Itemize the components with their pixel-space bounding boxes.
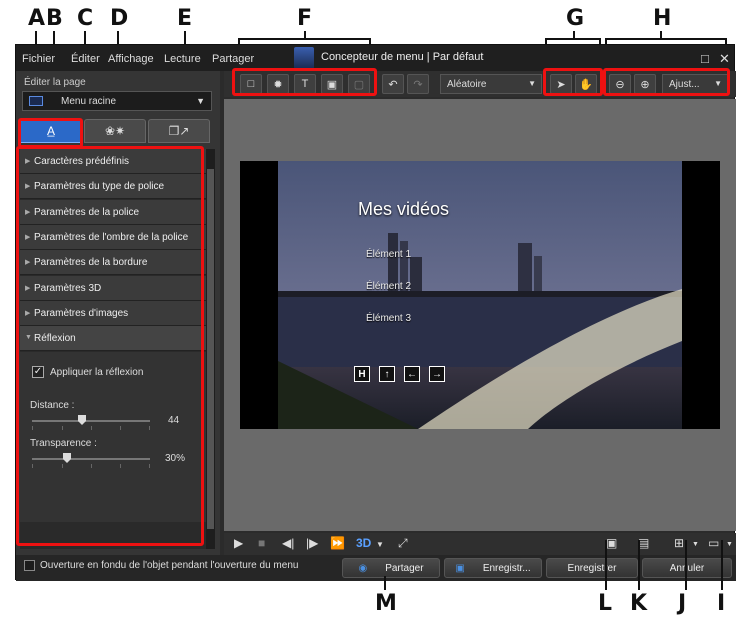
- page-select[interactable]: Menu racine ▼: [22, 91, 212, 111]
- leader-line: [660, 31, 662, 39]
- cancel-button[interactable]: Annuler: [642, 558, 732, 578]
- callout-f: F: [297, 6, 313, 31]
- fade-in-label: Ouverture en fondu de l'objet pendant l'…: [40, 560, 299, 571]
- save-icon: ▣: [455, 562, 465, 574]
- menu-item-1[interactable]: Élément 1: [366, 249, 411, 260]
- close-icon[interactable]: ✕: [719, 51, 730, 67]
- callout-k: K: [630, 591, 648, 616]
- home-button[interactable]: H: [354, 366, 370, 382]
- highlight-box-c: [16, 146, 204, 546]
- edit-page-label: Éditer la page: [24, 77, 86, 88]
- callout-m: M: [375, 591, 397, 616]
- menu-item-3[interactable]: Élément 3: [366, 313, 411, 324]
- window-title: Concepteur de menu | Par défaut: [321, 51, 484, 63]
- undo-icon[interactable]: ↶: [382, 74, 404, 94]
- callout-g: G: [566, 6, 585, 31]
- playback-bar: ▶ ■ ◀| |▶ ⏩ 3D ▼ ⤢ ▣ ▤ ⊞ ▼ ▭ ▼: [224, 533, 736, 555]
- next-button[interactable]: →: [429, 366, 445, 382]
- bottom-bar: Ouverture en fondu de l'objet pendant l'…: [16, 555, 736, 581]
- maximize-icon[interactable]: □: [701, 51, 709, 66]
- chevron-down-icon: ▼: [196, 96, 205, 106]
- share-button[interactable]: ◉ Partager: [342, 558, 440, 578]
- page-icon: [29, 96, 43, 106]
- callout-e: E: [177, 6, 193, 31]
- chevron-down-icon[interactable]: ▼: [376, 540, 384, 549]
- leader-line: [721, 540, 723, 590]
- menu-background: Mes vidéos Élément 1 Élément 2 Élément 3…: [278, 161, 682, 429]
- callout-a: A: [28, 6, 46, 31]
- chevron-down-icon[interactable]: ▼: [726, 541, 733, 548]
- mode-3d-button[interactable]: 3D: [356, 536, 371, 550]
- highlight-box-g: [543, 68, 603, 96]
- previous-frame-icon[interactable]: ◀|: [282, 536, 294, 550]
- callout-j: J: [678, 591, 687, 616]
- leader-line: [304, 31, 306, 39]
- save-as-button[interactable]: ▣ Enregistr...: [444, 558, 542, 578]
- layout-select[interactable]: Aléatoire ▼: [440, 74, 542, 94]
- highlight-box-f: [232, 68, 377, 96]
- tab-effects[interactable]: ❀✷: [84, 119, 146, 143]
- callout-h: H: [653, 6, 672, 31]
- callout-i: I: [717, 591, 726, 616]
- fast-forward-icon[interactable]: ⏩: [330, 536, 345, 550]
- city-night-image: [278, 161, 682, 429]
- callout-b: B: [46, 6, 63, 31]
- callout-c: C: [77, 6, 94, 31]
- next-frame-icon[interactable]: |▶: [306, 536, 318, 550]
- redo-icon[interactable]: ↷: [407, 74, 429, 94]
- safe-zone-icon[interactable]: ▭: [708, 536, 719, 550]
- leader-line: [384, 576, 386, 590]
- menu-editer[interactable]: Éditer: [71, 53, 100, 65]
- menu-affichage[interactable]: Affichage: [108, 53, 154, 65]
- fade-in-checkbox[interactable]: [24, 560, 35, 571]
- menu-partager[interactable]: Partager: [212, 53, 254, 65]
- menu-preview[interactable]: Mes vidéos Élément 1 Élément 2 Élément 3…: [240, 161, 720, 429]
- preview-area: Mes vidéos Élément 1 Élément 2 Élément 3…: [224, 99, 736, 531]
- menu-fichier[interactable]: Fichier: [22, 53, 55, 65]
- leader-line: [573, 31, 575, 39]
- highlight-box-a: [18, 118, 83, 148]
- globe-icon: ◉: [358, 562, 368, 574]
- menu-title[interactable]: Mes vidéos: [358, 199, 449, 220]
- chevron-down-icon[interactable]: ▼: [692, 541, 699, 548]
- leader-line: [685, 540, 687, 590]
- grid-icon[interactable]: ⊞: [674, 536, 684, 550]
- play-icon[interactable]: ▶: [234, 536, 243, 550]
- callout-l: L: [598, 591, 613, 616]
- previous-button[interactable]: ←: [404, 366, 420, 382]
- menu-item-2[interactable]: Élément 2: [366, 281, 411, 292]
- fullscreen-icon[interactable]: ⤢: [398, 536, 408, 551]
- app-icon: [294, 47, 314, 69]
- leader-line: [605, 540, 607, 590]
- menu-lecture[interactable]: Lecture: [164, 53, 201, 65]
- tab-insert-object[interactable]: ❐↗: [148, 119, 210, 143]
- thumbnail-icon[interactable]: ▣: [606, 536, 617, 550]
- callout-d: D: [110, 6, 129, 31]
- leader-line: [638, 540, 640, 590]
- highlight-box-h: [603, 68, 730, 96]
- stop-icon[interactable]: ■: [258, 536, 265, 550]
- up-button[interactable]: ↑: [379, 366, 395, 382]
- save-button[interactable]: Enregistrer: [546, 558, 638, 578]
- panel-scrollbar[interactable]: [206, 149, 215, 549]
